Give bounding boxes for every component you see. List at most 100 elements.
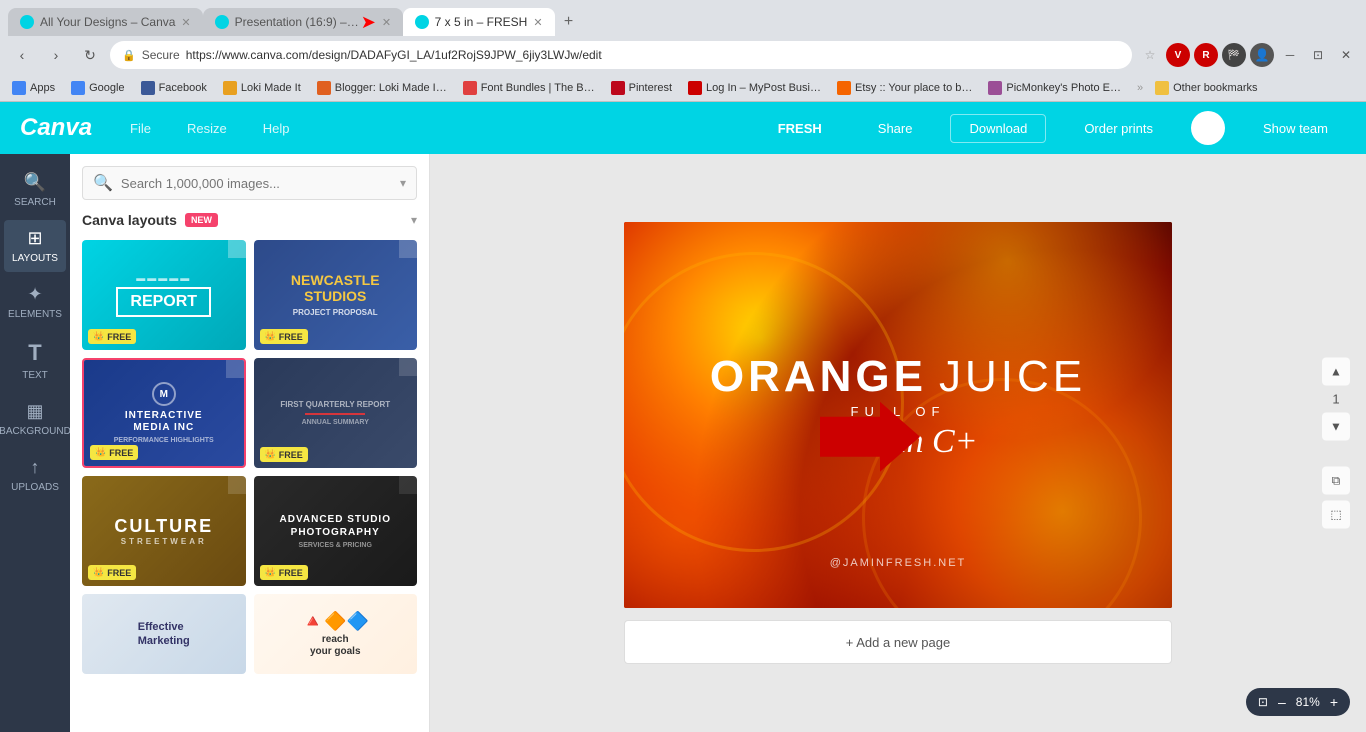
bookmark-pinterest[interactable]: Pinterest <box>607 79 676 97</box>
bookmark-star-icon[interactable]: ☆ <box>1138 43 1162 67</box>
download-button[interactable]: Download <box>950 114 1046 143</box>
search-input[interactable] <box>121 176 392 191</box>
sidebar-text-label: TEXT <box>22 370 48 381</box>
profile-icon[interactable]: 👤 <box>1250 43 1274 67</box>
more-bookmarks[interactable]: » <box>1137 82 1143 94</box>
forward-button[interactable]: › <box>42 41 70 69</box>
sidebar-item-elements[interactable]: ✦ ELEMENTS <box>4 276 66 328</box>
loki-icon <box>223 81 237 95</box>
zoom-screen-icon: ⊡ <box>1258 695 1268 709</box>
report-title: REPORT <box>116 287 211 317</box>
zoom-plus-button[interactable]: + <box>1330 694 1338 710</box>
search-bar[interactable]: 🔍 ▾ <box>82 166 417 200</box>
ext-icon-3[interactable]: 🏁 <box>1222 43 1246 67</box>
new-tab-button[interactable]: + <box>555 8 583 36</box>
sidebar-item-background[interactable]: ▦ BACKGROUND <box>4 393 66 445</box>
maximize-icon[interactable]: ⊡ <box>1306 43 1330 67</box>
main-title-row: ORANGE JUICE <box>648 352 1148 402</box>
studio-title: ADVANCED STUDIOPHOTOGRAPHY <box>280 513 391 539</box>
bookmark-picmonkey[interactable]: PicMonkey's Photo E… <box>984 79 1125 97</box>
tab-2-close[interactable]: ✕ <box>382 16 391 29</box>
template-effective[interactable]: EffectiveMarketing <box>82 594 246 674</box>
bookmark-facebook[interactable]: Facebook <box>137 79 211 97</box>
chevron-down-tool[interactable]: ▼ <box>1322 413 1350 441</box>
sidebar-item-layouts[interactable]: ⊞ LAYOUTS <box>4 220 66 272</box>
tab-1-label: All Your Designs – Canva <box>40 15 175 29</box>
chevron-up-tool[interactable]: ▲ <box>1322 358 1350 386</box>
bookmark-apps[interactable]: Apps <box>8 79 59 97</box>
crown-icon-newcastle: 👑 <box>265 331 276 342</box>
template-newcastle[interactable]: NEWCASTLESTUDIOS PROJECT PROPOSAL 👑 FREE <box>254 240 418 350</box>
juice-text: JUICE <box>939 352 1086 402</box>
file-menu[interactable]: File <box>122 117 159 140</box>
template-culture[interactable]: CULTURE STREETWEAR 👑 FREE <box>82 476 246 586</box>
newcastle-subtitle: PROJECT PROPOSAL <box>291 308 380 317</box>
canva-ext-icon[interactable]: V <box>1166 43 1190 67</box>
template-effective-thumb: EffectiveMarketing <box>82 594 246 674</box>
tab-3-close[interactable]: ✕ <box>533 16 542 29</box>
bookmark-blogger[interactable]: Blogger: Loki Made I… <box>313 79 451 97</box>
template-quarterly[interactable]: FIRST QUARTERLY REPORT ANNUAL SUMMARY 👑 … <box>254 358 418 468</box>
main-layout: 🔍 SEARCH ⊞ LAYOUTS ✦ ELEMENTS T TEXT ▦ B… <box>0 154 1366 732</box>
google-icon <box>71 81 85 95</box>
address-url: https://www.canva.com/design/DADAFyGI_LA… <box>186 48 602 62</box>
tab-1[interactable]: All Your Designs – Canva ✕ <box>8 8 203 36</box>
zoom-minus-button[interactable]: – <box>1278 694 1286 710</box>
facebook-icon <box>141 81 155 95</box>
delete-page-tool[interactable]: ⬚ <box>1322 501 1350 529</box>
reload-button[interactable]: ↻ <box>76 41 104 69</box>
tab-3-icon <box>415 15 429 29</box>
help-menu[interactable]: Help <box>255 117 298 140</box>
free-label-report: FREE <box>107 332 131 342</box>
template-report[interactable]: ▬▬▬▬▬ REPORT 👑 FREE <box>82 240 246 350</box>
minimize-icon[interactable]: ─ <box>1278 43 1302 67</box>
add-page-bar[interactable]: + Add a new page <box>624 620 1172 664</box>
back-button[interactable]: ‹ <box>8 41 36 69</box>
background-icon: ▦ <box>26 401 43 422</box>
sidebar-elements-label: ELEMENTS <box>8 309 62 320</box>
tab-1-close[interactable]: ✕ <box>181 16 190 29</box>
etsy-icon <box>837 81 851 95</box>
reach-flags: 🔺🔶🔷 <box>302 611 369 632</box>
layouts-title-text: Canva layouts <box>82 212 177 228</box>
tab-2[interactable]: Presentation (16:9) –… ➤ ✕ <box>203 8 403 36</box>
left-panel: 🔍 ▾ Canva layouts NEW ▾ ▬▬▬▬▬ REPORT <box>70 154 430 732</box>
template-interactive[interactable]: M INTERACTIVEMEDIA INC PERFORMANCE HIGHL… <box>82 358 246 468</box>
resize-menu[interactable]: Resize <box>179 117 235 140</box>
tab-3[interactable]: 7 x 5 in – FRESH ✕ <box>403 8 555 36</box>
website-text: @JAMINFRESH.NET <box>830 557 967 569</box>
template-studio[interactable]: ADVANCED STUDIOPHOTOGRAPHY SERVICES & PR… <box>254 476 418 586</box>
close-icon[interactable]: ✕ <box>1334 43 1358 67</box>
address-input[interactable]: 🔒 Secure https://www.canva.com/design/DA… <box>110 41 1132 69</box>
copy-page-tool[interactable]: ⧉ <box>1322 467 1350 495</box>
bookmark-pinterest-label: Pinterest <box>629 82 672 94</box>
template-reach[interactable]: 🔺🔶🔷 reachyour goals <box>254 594 418 674</box>
share-button[interactable]: Share <box>860 115 931 142</box>
tab-1-icon <box>20 15 34 29</box>
bookmark-loki-label: Loki Made It <box>241 82 301 94</box>
studio-subtitle: SERVICES & PRICING <box>280 542 391 549</box>
bookmark-etsy[interactable]: Etsy :: Your place to b… <box>833 79 976 97</box>
interactive-subtitle: PERFORMANCE HIGHLIGHTS <box>114 437 214 444</box>
fresh-button[interactable]: FRESH <box>760 115 840 142</box>
user-avatar[interactable] <box>1191 111 1225 145</box>
order-prints-button[interactable]: Order prints <box>1066 115 1171 142</box>
culture-subtitle: STREETWEAR <box>114 537 213 546</box>
bookmark-loki[interactable]: Loki Made It <box>219 79 305 97</box>
show-team-button[interactable]: Show team <box>1245 115 1346 142</box>
layouts-chevron-icon[interactable]: ▾ <box>411 213 417 227</box>
search-chevron-icon[interactable]: ▾ <box>400 176 406 190</box>
fold-corner-culture <box>228 476 246 494</box>
bookmark-mypost[interactable]: Log In – MyPost Busi… <box>684 79 825 97</box>
zoom-level: 81% <box>1296 695 1320 709</box>
bookmark-google[interactable]: Google <box>67 79 128 97</box>
sidebar-uploads-label: UPLOADS <box>11 482 59 493</box>
sidebar-item-text[interactable]: T TEXT <box>4 332 66 389</box>
sidebar-item-uploads[interactable]: ↑ UPLOADS <box>4 449 66 501</box>
bookmark-fontbundles[interactable]: Font Bundles | The B… <box>459 79 599 97</box>
sidebar-item-search[interactable]: 🔍 SEARCH <box>4 164 66 216</box>
ext-icon-2[interactable]: R <box>1194 43 1218 67</box>
bookmark-other[interactable]: Other bookmarks <box>1151 79 1261 97</box>
secure-label: Secure <box>142 48 180 62</box>
elements-icon: ✦ <box>27 284 42 305</box>
